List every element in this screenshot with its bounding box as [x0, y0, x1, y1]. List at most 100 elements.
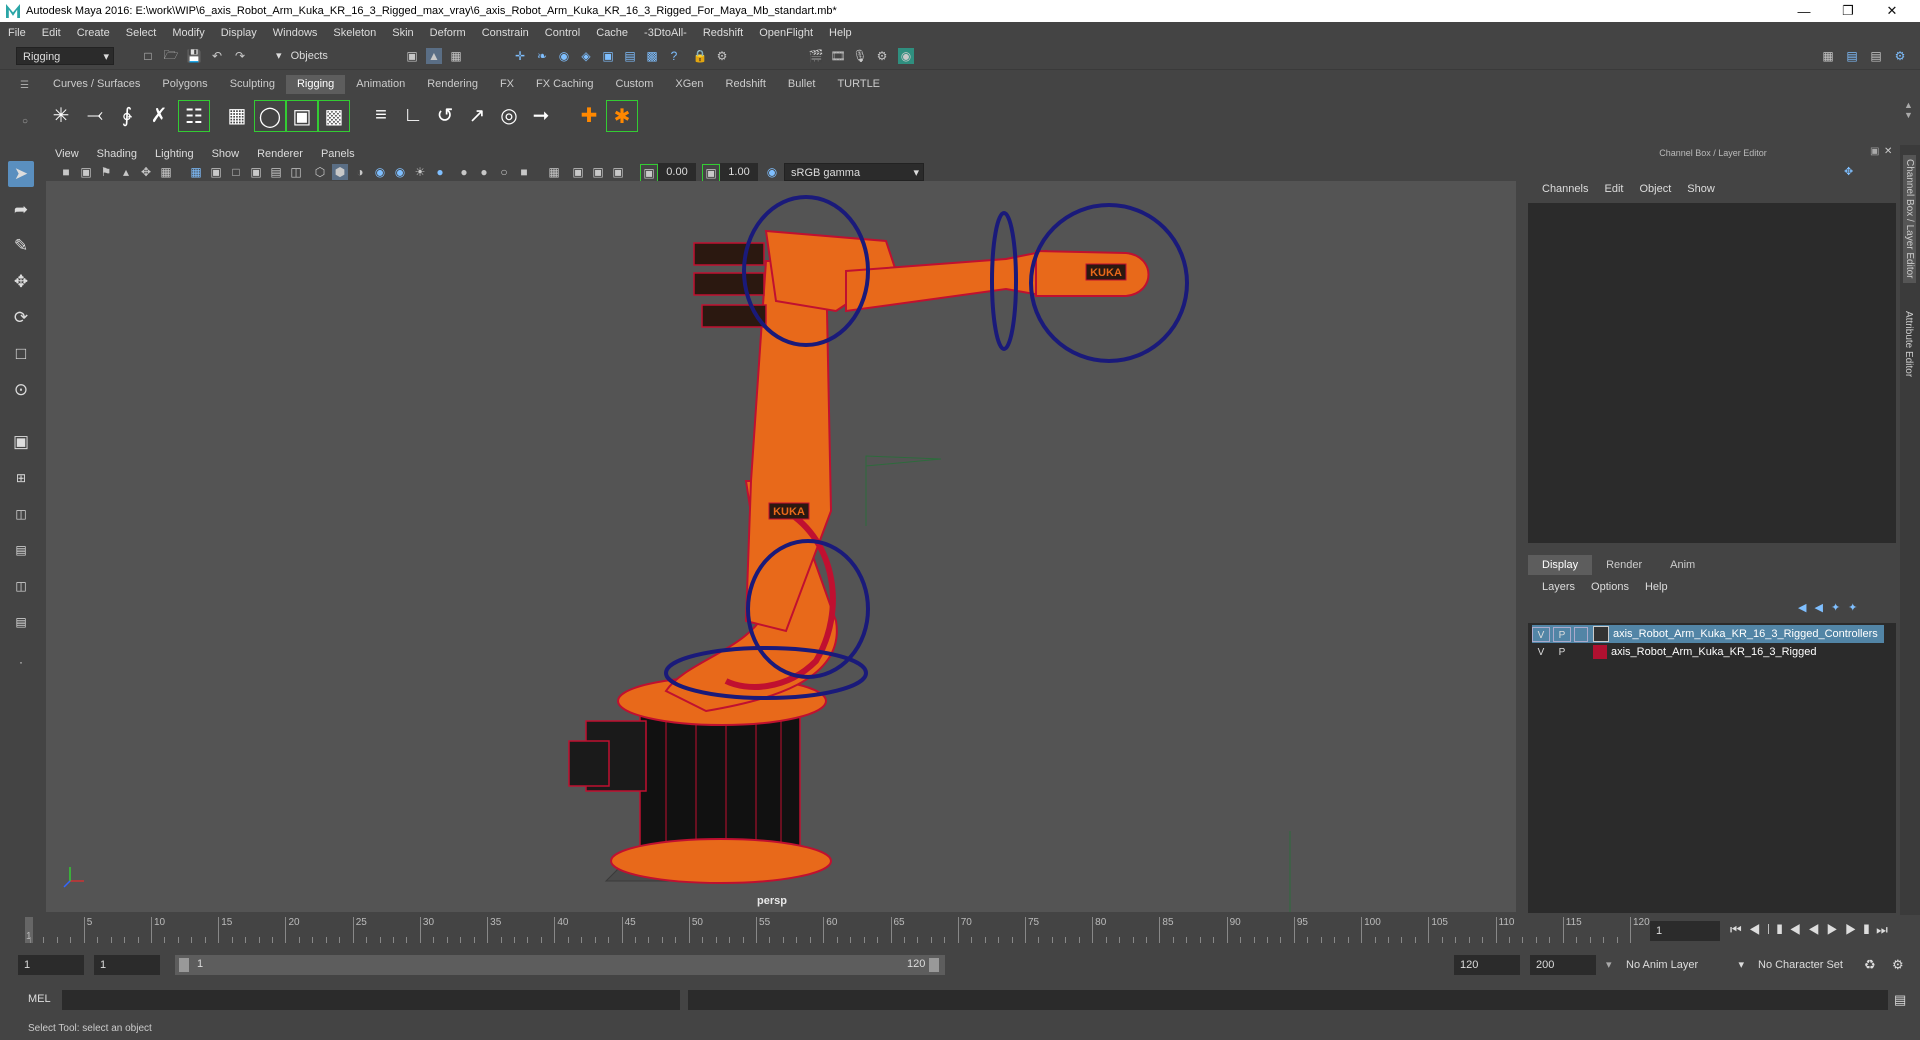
range-end-handle[interactable] — [929, 958, 939, 972]
shelf-tab-xgen[interactable]: XGen — [664, 75, 714, 94]
view-transform-dropdown[interactable]: sRGB gamma ▾ — [784, 163, 924, 181]
select-tool-icon[interactable]: ➤ — [8, 161, 34, 187]
xray-icon[interactable]: ▦ — [546, 164, 562, 180]
insert-joint-icon[interactable]: ✗ — [144, 100, 174, 130]
animation-preferences-icon[interactable]: ⚙ — [1892, 957, 1904, 973]
resolution-gate-icon[interactable]: ▣ — [208, 164, 224, 180]
bookmark-icon[interactable]: ⚑ — [98, 164, 114, 180]
pole-vector-icon[interactable]: ➞ — [526, 100, 556, 130]
undo-icon[interactable]: ↶ — [209, 48, 225, 64]
shelf-tab-rigging[interactable]: Rigging — [285, 75, 346, 94]
layer-color-swatch[interactable] — [1593, 626, 1609, 642]
shelf-tab-turtle[interactable]: TURTLE — [826, 75, 891, 94]
outliner-toggle-icon[interactable]: ▤ — [1844, 48, 1860, 64]
mel-input[interactable] — [62, 990, 680, 1010]
menu-3dtoall[interactable]: -3DtoAll- — [636, 27, 695, 39]
safe-title-icon[interactable]: ◫ — [288, 164, 304, 180]
selection-mode-dropdown[interactable]: ▾ Objects — [276, 47, 380, 65]
image-plane-icon[interactable]: ▴ — [118, 164, 134, 180]
shelf-scroll-icon[interactable]: ▲ ▼ — [1904, 100, 1913, 120]
shelf-tab-fx-caching[interactable]: FX Caching — [525, 75, 604, 94]
gate-mask-icon[interactable]: □ — [228, 164, 244, 180]
layer-tab-anim[interactable]: Anim — [1656, 555, 1709, 575]
depth-of-field-icon[interactable]: ○ — [496, 164, 512, 180]
layer-row[interactable]: V P axis_Robot_Arm_Kuka_KR_16_3_Rigged_C… — [1532, 625, 1884, 643]
shelf-tab-fx[interactable]: FX — [489, 75, 525, 94]
shelf-tab-sculpting[interactable]: Sculpting — [219, 75, 286, 94]
layer-menu-options[interactable]: Options — [1583, 581, 1637, 593]
bind-skin-icon[interactable]: ☷ — [178, 100, 210, 132]
panel-menu-panels[interactable]: Panels — [312, 145, 364, 163]
close-panel-icon[interactable]: ✕ — [1884, 146, 1892, 157]
menu-create[interactable]: Create — [69, 27, 118, 39]
menu-constrain[interactable]: Constrain — [474, 27, 537, 39]
menu-help[interactable]: Help — [821, 27, 860, 39]
shelf-tab-polygons[interactable]: Polygons — [151, 75, 218, 94]
save-scene-icon[interactable]: 💾 — [186, 48, 202, 64]
layer-visibility-toggle[interactable]: V — [1532, 626, 1550, 642]
film-gate-icon[interactable]: ▦ — [158, 164, 174, 180]
go-to-end-icon[interactable]: ⏭ — [1876, 922, 1895, 937]
ik-spline-icon[interactable]: ∳ — [112, 100, 142, 130]
shelf-menu-icon[interactable]: ☰ — [20, 80, 32, 92]
render-view-icon[interactable]: 🎬 — [808, 48, 824, 64]
snap-point-icon[interactable]: ◉ — [556, 48, 572, 64]
gamma-icon[interactable]: ▣ — [702, 164, 720, 182]
hypershade-icon[interactable]: ◉ — [898, 48, 914, 64]
perspective-viewport[interactable]: KUKA KUKA persp — [46, 181, 1516, 912]
menu-skin[interactable]: Skin — [384, 27, 421, 39]
joint-tool-icon[interactable]: ✳ — [46, 100, 76, 130]
cb-menu-object[interactable]: Object — [1631, 183, 1679, 195]
use-all-lights-icon[interactable]: ◉ — [392, 164, 408, 180]
snap-vertex-icon[interactable]: ▤ — [622, 48, 638, 64]
mel-label[interactable]: MEL — [28, 993, 51, 1005]
channelbox-toggle-icon[interactable]: ▤ — [1868, 48, 1884, 64]
snap-live-icon[interactable]: ▩ — [644, 48, 660, 64]
motion-blur-icon[interactable]: ● — [456, 164, 472, 180]
menu-openflight[interactable]: OpenFlight — [751, 27, 821, 39]
menu-edit[interactable]: Edit — [34, 27, 69, 39]
backface-culling-icon[interactable]: ▣ — [610, 164, 626, 180]
custom-layout-icon[interactable]: ▤ — [8, 609, 34, 635]
layer-display-type-toggle[interactable] — [1574, 626, 1588, 642]
cluster-icon[interactable]: ◯ — [254, 100, 286, 132]
paint-select-icon[interactable]: ✎ — [8, 233, 34, 259]
menu-windows[interactable]: Windows — [265, 27, 326, 39]
scale-tool-icon[interactable]: □ — [8, 341, 34, 367]
menu-control[interactable]: Control — [537, 27, 588, 39]
single-perspective-layout-icon[interactable]: ▣ — [8, 429, 34, 455]
exposure-field[interactable]: 0.00 — [658, 163, 696, 181]
cb-menu-edit[interactable]: Edit — [1596, 183, 1631, 195]
step-back-icon[interactable]: ◀∣ — [1749, 922, 1777, 937]
snap-curve-icon[interactable]: ❧ — [534, 48, 550, 64]
wrap-icon[interactable]: ▩ — [318, 100, 350, 132]
snap-surface-icon[interactable]: ▣ — [600, 48, 616, 64]
menu-select[interactable]: Select — [118, 27, 165, 39]
move-layer-up-icon[interactable]: ◀ — [1798, 602, 1814, 614]
color-management-icon[interactable]: ◉ — [764, 164, 780, 180]
screen-space-ao-icon[interactable]: ● — [432, 164, 448, 180]
menu-display[interactable]: Display — [213, 27, 265, 39]
panel-menu-lighting[interactable]: Lighting — [146, 145, 203, 163]
camera-lock-icon[interactable]: ▣ — [78, 164, 94, 180]
xray-joints-icon[interactable]: ▣ — [570, 164, 586, 180]
play-forward-icon[interactable]: ▶ — [1827, 922, 1846, 937]
menu-modify[interactable]: Modify — [164, 27, 212, 39]
select-hierarchy-icon[interactable]: ▣ — [404, 48, 420, 64]
menu-deform[interactable]: Deform — [422, 27, 474, 39]
shadows-icon[interactable]: ☀ — [412, 164, 428, 180]
isolate-select-icon[interactable]: ■ — [516, 164, 532, 180]
shelf-tab-curves[interactable]: Curves / Surfaces — [42, 75, 151, 94]
shelf-tab-custom[interactable]: Custom — [605, 75, 665, 94]
cb-menu-channels[interactable]: Channels — [1534, 183, 1596, 195]
render-frame-icon[interactable]: 🎞 — [830, 48, 846, 64]
ipr-render-icon[interactable]: 🎙 — [852, 48, 868, 64]
render-settings-icon[interactable]: ⚙ — [874, 48, 890, 64]
panel-menu-renderer[interactable]: Renderer — [248, 145, 312, 163]
start-time-field[interactable]: 1 — [18, 955, 84, 975]
character-set-dropdown[interactable]: No Character Set — [1752, 955, 1866, 975]
auto-key-icon[interactable]: ♻ — [1864, 957, 1876, 973]
menu-redshift[interactable]: Redshift — [695, 27, 751, 39]
menu-skeleton[interactable]: Skeleton — [325, 27, 384, 39]
anim-layer-dropdown[interactable]: No Anim Layer ▾ — [1620, 955, 1748, 975]
